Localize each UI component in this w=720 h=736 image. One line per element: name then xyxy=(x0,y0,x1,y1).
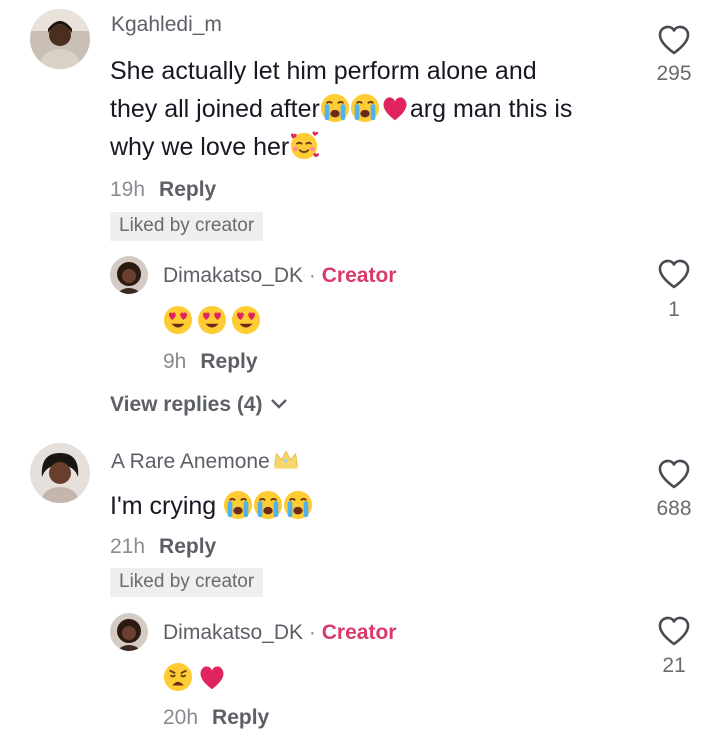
avatar[interactable] xyxy=(30,443,90,503)
reply-button[interactable]: Reply xyxy=(159,535,216,558)
like-count: 1 xyxy=(668,298,680,321)
reply-button[interactable]: Reply xyxy=(200,350,257,373)
comment-username-row: A Rare Anemone xyxy=(111,448,300,474)
comment-time: 21h xyxy=(110,535,146,558)
comment-text-line: She actually let him perform alone and xyxy=(110,57,537,85)
comment-text-fragment: arg man this is xyxy=(409,95,573,123)
weary-face-icon xyxy=(163,662,193,692)
comment-text-fragment: I'm crying xyxy=(110,492,224,520)
reply-time: 20h xyxy=(163,706,199,729)
reply-button[interactable]: Reply xyxy=(159,178,216,201)
smiling-face-with-hearts-icon xyxy=(289,131,319,161)
creator-tag: Creator xyxy=(321,264,397,287)
separator-dot: · xyxy=(308,621,316,644)
reply-username-row: Dimakatso_DK · Creator xyxy=(163,621,396,645)
comment-meta: 19h Reply xyxy=(110,178,216,202)
reply-emojis xyxy=(163,662,227,697)
red-heart-icon xyxy=(380,93,410,123)
separator-dot: · xyxy=(308,264,316,287)
liked-by-creator-badge: Liked by creator xyxy=(110,568,264,597)
like-heart-icon[interactable] xyxy=(657,24,691,56)
like-heart-icon[interactable] xyxy=(657,615,691,647)
creator-tag: Creator xyxy=(321,621,397,644)
view-replies-button[interactable]: View replies (4) xyxy=(110,393,288,417)
reply-meta: 20h Reply xyxy=(163,706,269,730)
comment-text-line: why we love her xyxy=(110,128,630,166)
red-heart-icon xyxy=(197,662,227,692)
like-count: 688 xyxy=(656,497,692,520)
reply-time: 9h xyxy=(163,350,187,373)
reply-username[interactable]: Dimakatso_DK xyxy=(163,264,303,287)
view-replies-label: View replies (4) xyxy=(110,393,263,416)
comment-username[interactable]: A Rare Anemone xyxy=(111,450,270,473)
heart-eyes-face-icon xyxy=(197,305,227,335)
avatar[interactable] xyxy=(110,613,148,651)
like-heart-icon[interactable] xyxy=(657,458,691,490)
reply-username-row: Dimakatso_DK · Creator xyxy=(163,264,396,288)
loudly-crying-face-icon xyxy=(253,490,283,520)
heart-eyes-face-icon xyxy=(231,305,261,335)
like-heart-icon[interactable] xyxy=(657,258,691,290)
like-count: 21 xyxy=(662,654,686,677)
avatar[interactable] xyxy=(110,256,148,294)
reply-button[interactable]: Reply xyxy=(212,706,269,729)
like-count: 295 xyxy=(656,62,692,85)
comment-text-fragment: why we love her xyxy=(110,133,290,161)
comment-meta: 21h Reply xyxy=(110,535,216,559)
comment-text: She actually let him perform alone and t… xyxy=(110,52,630,166)
comment-time: 19h xyxy=(110,178,146,201)
reply-username[interactable]: Dimakatso_DK xyxy=(163,621,303,644)
reply-meta: 9h Reply xyxy=(163,350,258,374)
chevron-down-icon xyxy=(271,399,288,409)
comment-text-fragment: they all joined after xyxy=(110,95,320,123)
comment-text-line: they all joined after arg man this is xyxy=(110,90,630,128)
reply-emojis xyxy=(163,305,261,340)
comment-text: I'm crying xyxy=(110,487,313,525)
loudly-crying-face-icon xyxy=(283,490,313,520)
heart-eyes-face-icon xyxy=(163,305,193,335)
loudly-crying-face-icon xyxy=(320,93,350,123)
avatar[interactable] xyxy=(30,9,90,69)
comment-username[interactable]: Kgahledi_m xyxy=(111,13,222,37)
crown-icon xyxy=(272,448,300,470)
loudly-crying-face-icon xyxy=(223,490,253,520)
loudly-crying-face-icon xyxy=(350,93,380,123)
liked-by-creator-badge: Liked by creator xyxy=(110,212,264,241)
